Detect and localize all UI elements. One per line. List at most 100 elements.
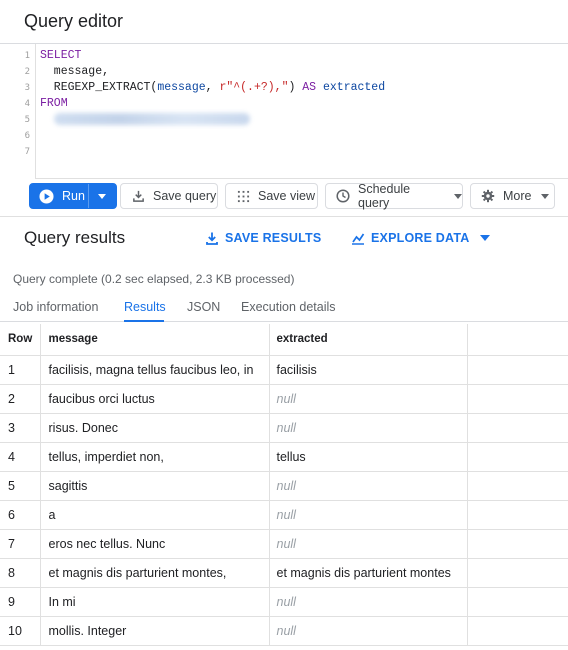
save-query-button[interactable]: Save query xyxy=(120,183,218,209)
row-number-cell: 4 xyxy=(0,442,41,472)
sql-keyword: SELECT xyxy=(40,49,82,62)
empty-cell xyxy=(467,413,568,443)
grid-icon xyxy=(236,189,250,203)
schedule-query-label: Schedule query xyxy=(358,182,411,210)
table-header-row: Row message extracted xyxy=(0,324,568,356)
sql-function: REGEXP_EXTRACT( xyxy=(40,81,158,94)
empty-cell xyxy=(467,442,568,472)
empty-cell xyxy=(467,471,568,501)
save-results-label: SAVE RESULTS xyxy=(225,231,322,245)
sql-code-editor[interactable]: 1 2 3 4 5 6 7 SELECT message, REGEXP_EXT… xyxy=(0,44,568,179)
table-row[interactable]: 5 sagittis null xyxy=(0,471,568,501)
table-row[interactable]: 2 faucibus orci luctus null xyxy=(0,384,568,414)
code-line-4: FROM xyxy=(40,97,68,110)
query-results-header: Query results SAVE RESULTS EXPLORE DATA xyxy=(0,216,568,262)
extracted-cell: null xyxy=(269,500,468,530)
message-cell: eros nec tellus. Nunc xyxy=(40,529,270,559)
more-button[interactable]: More xyxy=(470,183,555,209)
message-cell: et magnis dis parturient montes, xyxy=(40,558,270,588)
query-results-title: Query results xyxy=(24,228,126,247)
message-cell: mollis. Integer xyxy=(40,616,270,646)
line-number: 5 xyxy=(24,115,30,125)
row-number-cell: 5 xyxy=(0,471,41,501)
tab-json[interactable]: JSON xyxy=(187,300,220,314)
row-number-cell: 1 xyxy=(0,355,41,385)
table-body: 1 facilisis, magna tellus faucibus leo, i… xyxy=(0,355,568,646)
tab-job-information[interactable]: Job information xyxy=(13,300,98,314)
line-number: 6 xyxy=(24,131,30,141)
empty-cell xyxy=(467,616,568,646)
save-query-label: Save query xyxy=(153,189,217,203)
table-row[interactable]: 10 mollis. Integer null xyxy=(0,616,568,646)
chevron-down-icon xyxy=(98,193,107,199)
results-table: Row message extracted 1 facilisis, magna … xyxy=(0,324,568,646)
empty-cell xyxy=(467,355,568,385)
line-number-gutter: 1 2 3 4 5 6 7 xyxy=(0,44,36,179)
tab-results[interactable]: Results xyxy=(124,300,166,314)
sql-alias: extracted xyxy=(316,81,386,94)
extracted-cell: null xyxy=(269,529,468,559)
sql-string: r"^(.+?)," xyxy=(219,81,289,94)
chevron-down-icon xyxy=(454,193,462,199)
code-text: , xyxy=(205,81,220,94)
empty-cell xyxy=(467,500,568,530)
download-icon xyxy=(206,232,218,245)
code-line-3: REGEXP_EXTRACT(message, r"^(.+?),") AS e… xyxy=(40,81,385,94)
line-number: 3 xyxy=(24,83,30,93)
run-button[interactable]: Run xyxy=(29,183,117,209)
table-row[interactable]: 8 et magnis dis parturient montes, et magn… xyxy=(0,558,568,588)
more-label: More xyxy=(503,189,532,203)
row-number-cell: 8 xyxy=(0,558,41,588)
line-number: 7 xyxy=(24,147,30,157)
save-view-label: Save view xyxy=(258,189,315,203)
gear-icon xyxy=(481,189,495,203)
empty-cell xyxy=(467,558,568,588)
run-main-button[interactable]: Run xyxy=(30,184,89,208)
row-number-cell: 2 xyxy=(0,384,41,414)
chevron-down-icon xyxy=(541,193,550,199)
message-cell: tellus, imperdiet non, xyxy=(40,442,270,472)
row-number-cell: 6 xyxy=(0,500,41,530)
table-row[interactable]: 1 facilisis, magna tellus faucibus leo, i… xyxy=(0,355,568,385)
table-row[interactable]: 7 eros nec tellus. Nunc null xyxy=(0,529,568,559)
line-number: 2 xyxy=(24,67,30,77)
query-editor-title: Query editor xyxy=(24,11,124,31)
play-circle-icon xyxy=(39,188,54,204)
column-header-empty xyxy=(467,324,568,356)
table-row[interactable]: 6 a null xyxy=(0,500,568,530)
sql-identifier: message xyxy=(157,81,206,94)
results-tabs: Job information Results JSON Execution d… xyxy=(0,290,568,322)
schedule-query-button[interactable]: Schedule query xyxy=(325,182,463,210)
run-label: Run xyxy=(62,189,85,203)
code-line-5 xyxy=(40,113,250,126)
code-text: message, xyxy=(40,65,110,78)
sql-keyword: FROM xyxy=(40,97,68,110)
save-icon xyxy=(131,189,145,203)
tab-execution-details[interactable]: Execution details xyxy=(241,300,336,314)
run-options-dropdown[interactable] xyxy=(89,184,116,208)
extracted-cell: null xyxy=(269,616,468,646)
save-results-button[interactable]: SAVE RESULTS xyxy=(206,231,321,245)
message-cell: sagittis xyxy=(40,471,270,501)
query-status-text: Query complete (0.2 sec elapsed, 2.3 KB … xyxy=(13,272,295,286)
column-header-message: message xyxy=(40,324,270,356)
table-row[interactable]: 9 In mi null xyxy=(0,587,568,617)
extracted-cell: null xyxy=(269,413,468,443)
active-tab-indicator xyxy=(124,320,164,322)
message-cell: In mi xyxy=(40,587,270,617)
row-number-cell: 7 xyxy=(0,529,41,559)
empty-cell xyxy=(467,587,568,617)
extracted-cell: null xyxy=(269,587,468,617)
column-header-row: Row xyxy=(0,324,41,356)
table-row[interactable]: 3 risus. Donec null xyxy=(0,413,568,443)
table-row[interactable]: 4 tellus, imperdiet non, tellus xyxy=(0,442,568,472)
explore-data-label: EXPLORE DATA xyxy=(371,231,470,245)
explore-data-button[interactable]: EXPLORE DATA xyxy=(351,231,491,245)
sql-keyword: AS xyxy=(302,81,317,94)
row-number-cell: 9 xyxy=(0,587,41,617)
line-number: 4 xyxy=(24,99,30,109)
save-view-button[interactable]: Save view xyxy=(225,183,318,209)
code-text: ) xyxy=(288,81,303,94)
redacted-table-name xyxy=(53,113,250,125)
query-editor-header: Query editor xyxy=(0,0,568,44)
